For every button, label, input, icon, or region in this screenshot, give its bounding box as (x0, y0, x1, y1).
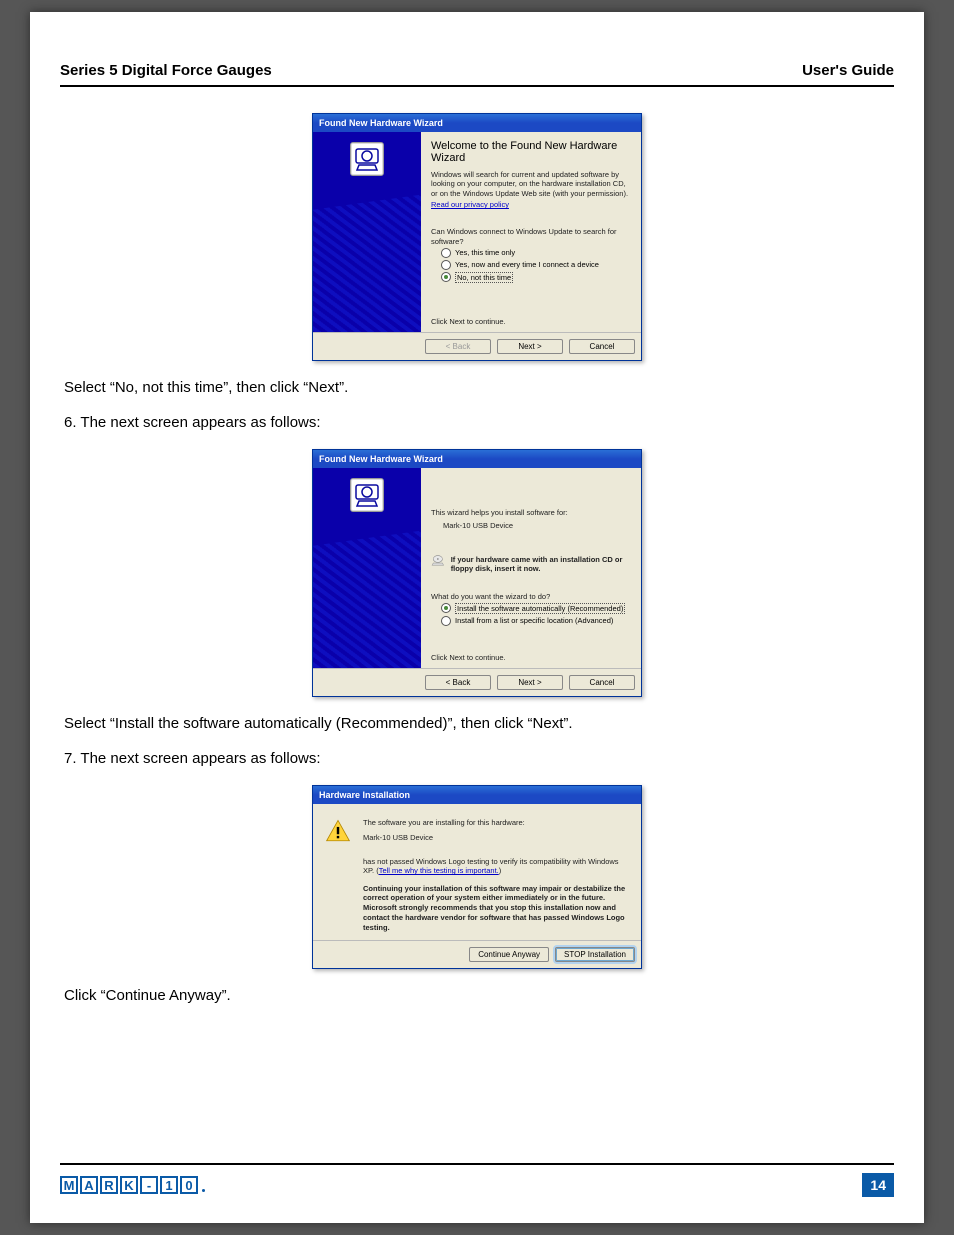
hw-device: Mark-10 USB Device (363, 833, 629, 842)
wizard-heading: Welcome to the Found New Hardware Wizard (431, 140, 631, 164)
continue-anyway-button[interactable]: Continue Anyway (469, 947, 549, 962)
warning-icon (325, 818, 351, 844)
mark-10-logo: M A R K - 1 0 (60, 1176, 205, 1194)
document-page: Series 5 Digital Force Gauges User's Gui… (30, 12, 924, 1223)
next-button[interactable]: Next > (497, 339, 563, 354)
hardware-wizard-2: Found New Hardware Wizard This wizard he… (312, 449, 642, 697)
page-number: 14 (862, 1173, 894, 1197)
hardware-wizard-1: Found New Hardware Wizard Welcome to the… (312, 113, 642, 361)
header-right: User's Guide (802, 62, 894, 79)
dialog-titlebar: Found New Hardware Wizard (313, 114, 641, 132)
next-button[interactable]: Next > (497, 675, 563, 690)
wizard-side-graphic (313, 468, 421, 668)
page-footer: M A R K - 1 0 14 (60, 1163, 894, 1197)
wizard-question: Can Windows connect to Windows Update to… (431, 227, 631, 246)
back-button[interactable]: < Back (425, 675, 491, 690)
wizard2-question: What do you want the wizard to do? (431, 592, 631, 601)
instruction-text-3: Click “Continue Anyway”. (60, 987, 894, 1004)
install-icon (350, 142, 384, 176)
cd-note: If your hardware came with an installati… (451, 555, 631, 574)
header-left: Series 5 Digital Force Gauges (60, 62, 272, 79)
install-icon (350, 478, 384, 512)
hw-warning: Continuing your installation of this sof… (363, 884, 629, 933)
dialog-titlebar: Found New Hardware Wizard (313, 450, 641, 468)
wizard2-line1: This wizard helps you install software f… (431, 508, 631, 517)
wizard2-device: Mark-10 USB Device (443, 521, 631, 530)
page-header: Series 5 Digital Force Gauges User's Gui… (60, 62, 894, 79)
step-7-text: 7. The next screen appears as follows: (60, 750, 894, 767)
radio-auto[interactable]: Install the software automatically (Reco… (441, 603, 631, 614)
step-6-text: 6. The next screen appears as follows: (60, 414, 894, 431)
instruction-text: Select “No, not this time”, then click “… (60, 379, 894, 396)
stop-installation-button[interactable]: STOP Installation (555, 947, 635, 962)
cancel-button[interactable]: Cancel (569, 675, 635, 690)
wizard-intro: Windows will search for current and upda… (431, 170, 631, 198)
wizard-continue: Click Next to continue. (431, 297, 631, 326)
hw-line1: The software you are installing for this… (363, 818, 629, 827)
privacy-link[interactable]: Read our privacy policy (431, 200, 509, 209)
radio-manual[interactable]: Install from a list or specific location… (441, 616, 631, 626)
footer-rule (60, 1163, 894, 1165)
logo-testing-link[interactable]: Tell me why this testing is important. (379, 866, 499, 875)
radio-no[interactable]: No, not this time (441, 272, 631, 283)
hardware-installation-dialog: Hardware Installation The software you a… (312, 785, 642, 969)
back-button: < Back (425, 339, 491, 354)
radio-yes-once[interactable]: Yes, this time only (441, 248, 631, 258)
wizard2-continue: Click Next to continue. (431, 639, 631, 662)
logo-dot (202, 1189, 205, 1192)
dialog-titlebar: Hardware Installation (313, 786, 641, 804)
instruction-text-2: Select “Install the software automatical… (60, 715, 894, 732)
cancel-button[interactable]: Cancel (569, 339, 635, 354)
wizard-side-graphic (313, 132, 421, 332)
cd-icon (431, 555, 445, 571)
radio-yes-always[interactable]: Yes, now and every time I connect a devi… (441, 260, 631, 270)
hw-logo-text: has not passed Windows Logo testing to v… (363, 857, 629, 876)
